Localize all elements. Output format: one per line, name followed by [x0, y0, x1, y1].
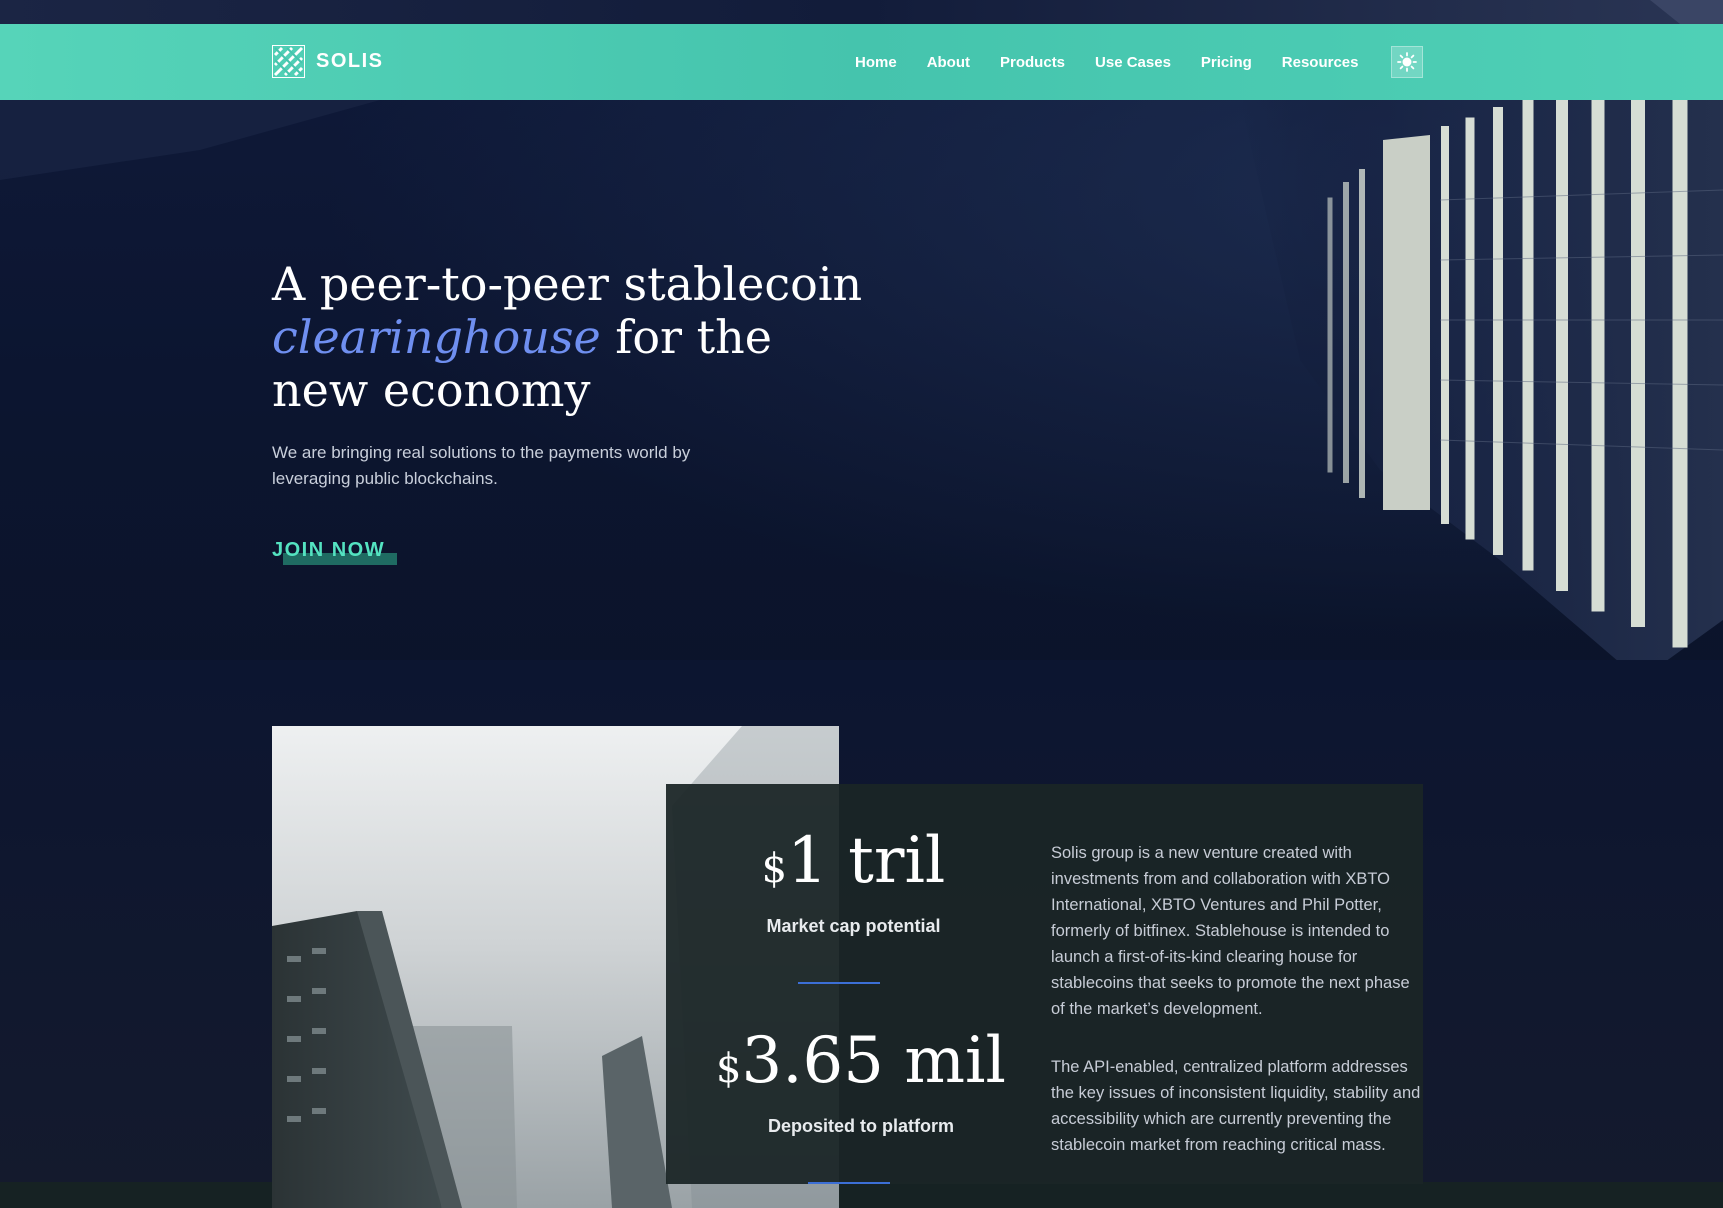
hero-title-start: A peer-to-peer stablecoin	[272, 257, 863, 311]
currency-symbol: $	[716, 1046, 742, 1092]
navbar: SOLIS Home About Products Use Cases Pric…	[0, 24, 1723, 100]
hero-subtitle: We are bringing real solutions to the pa…	[272, 443, 691, 488]
stat-amount: 1 tril	[787, 824, 946, 898]
brand-link[interactable]: SOLIS	[272, 45, 384, 78]
woven-square-logo-icon	[272, 45, 305, 78]
about-text: Solis group is a new venture created wit…	[1051, 840, 1426, 1190]
nav-links: Home About Products Use Cases Pricing Re…	[855, 24, 1389, 100]
nav-link-about[interactable]: About	[927, 54, 970, 71]
stat-market-cap: $1 tril Market cap potential	[716, 826, 991, 937]
currency-symbol: $	[761, 846, 788, 892]
hero-title: A peer-to-peer stablecoin clearinghouse …	[272, 258, 872, 417]
stat-deposited: $3.65 mil Deposited to platform	[696, 1026, 1026, 1137]
stat-divider	[798, 982, 880, 984]
stat-value: $1 tril	[716, 826, 991, 904]
nav-link-products[interactable]: Products	[1000, 54, 1065, 71]
stat-divider	[808, 1182, 890, 1184]
join-now-cta[interactable]: JOIN NOW	[272, 539, 397, 565]
about-paragraph: The API-enabled, centralized platform ad…	[1051, 1058, 1421, 1154]
stat-amount: 3.65 mil	[741, 1024, 1006, 1098]
hero-title-accent: clearinghouse	[272, 310, 601, 364]
nav-link-pricing[interactable]: Pricing	[1201, 54, 1252, 71]
brand-name: SOLIS	[316, 50, 384, 72]
stat-value: $3.65 mil	[696, 1026, 1026, 1104]
bottom-band	[0, 1182, 1723, 1208]
sun-icon	[1397, 52, 1417, 72]
nav-link-home[interactable]: Home	[855, 54, 897, 71]
stats-card: $1 tril Market cap potential $3.65 mil D…	[666, 784, 1423, 1184]
nav-link-resources[interactable]: Resources	[1282, 54, 1359, 71]
stat-label: Market cap potential	[766, 916, 941, 936]
stat-label: Deposited to platform	[767, 1116, 954, 1136]
nav-link-use-cases[interactable]: Use Cases	[1095, 54, 1171, 71]
join-now-link[interactable]: JOIN NOW	[272, 539, 385, 561]
about-paragraph: Solis group is a new venture created wit…	[1051, 844, 1410, 1018]
theme-toggle-button[interactable]	[1391, 46, 1423, 78]
